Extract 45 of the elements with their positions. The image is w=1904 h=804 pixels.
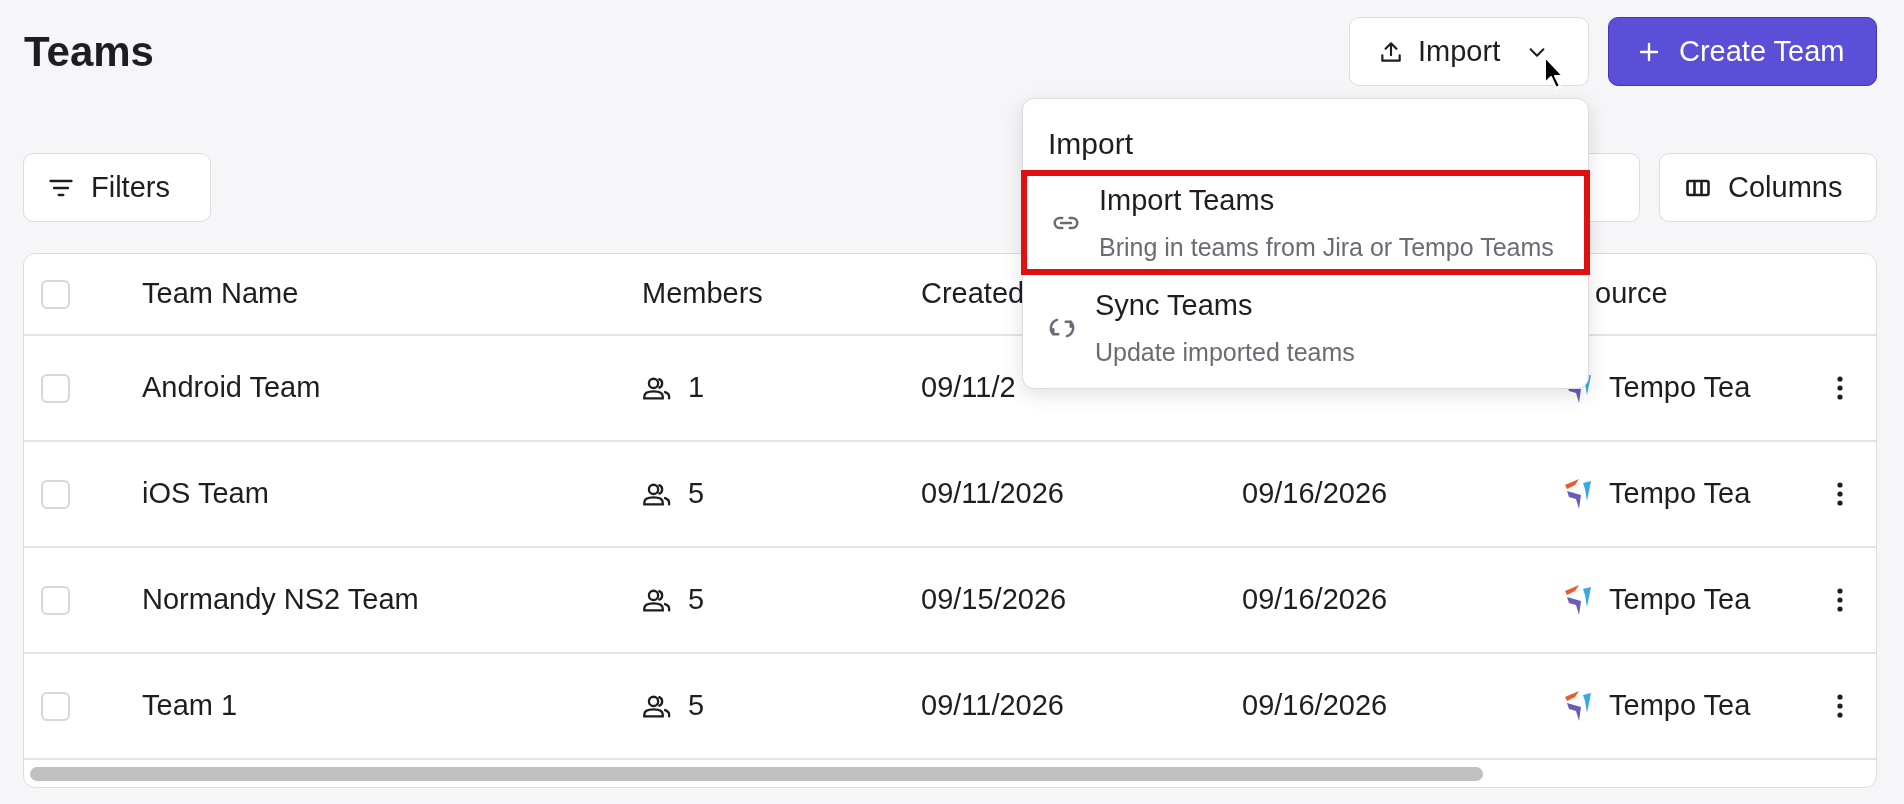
created-date: 09/11/2026	[921, 477, 1064, 510]
more-options-icon[interactable]	[1836, 587, 1844, 613]
team-name: Normandy NS2 Team	[142, 583, 419, 616]
checkbox[interactable]	[41, 691, 70, 721]
source-name: Tempo Tea	[1609, 688, 1751, 724]
created-date: 09/11/2026	[921, 689, 1064, 722]
column-header: Members	[642, 277, 763, 310]
column-header: ource	[1595, 277, 1668, 310]
checkbox[interactable]	[41, 479, 70, 509]
created-date: 09/15/2026	[921, 583, 1067, 616]
menu-item-label: Sync Teams	[1095, 288, 1254, 323]
menu-item[interactable]: Sync Teams Update imported teams	[1023, 275, 1588, 380]
page-title: Teams	[24, 27, 154, 77]
source-name: Tempo Tea	[1609, 370, 1751, 406]
menu-title: Import	[1047, 126, 1135, 162]
filters-button[interactable]: Filters	[23, 153, 211, 222]
menu-item-label: Import Teams	[1099, 183, 1276, 218]
columns-button[interactable]: Columns	[1659, 153, 1877, 222]
member-count: 5	[688, 476, 705, 512]
menu-item[interactable]: Import Teams Bring in teams from Jira or Tempo Teams	[1021, 170, 1590, 275]
create-team-button[interactable]: Create Team	[1608, 17, 1877, 86]
team-name: iOS Team	[142, 477, 269, 510]
more-options-icon[interactable]	[1836, 375, 1844, 401]
menu-item-description: Bring in teams from Jira or Tempo Teams	[1099, 231, 1554, 263]
source-name: Tempo Tea	[1609, 476, 1751, 512]
source-name: Tempo Tea	[1609, 582, 1751, 618]
menu-item-description: Update imported teams	[1095, 336, 1355, 368]
updated-date: 09/16/2026	[1242, 689, 1388, 722]
team-name: Android Team	[142, 371, 321, 404]
scrollbar-thumb[interactable]	[30, 766, 1483, 781]
member-count: 1	[688, 370, 705, 406]
import-button[interactable]: Import	[1349, 17, 1589, 86]
more-options-icon[interactable]	[1836, 693, 1844, 719]
more-options-icon[interactable]	[1836, 481, 1844, 507]
column-header: Created	[921, 277, 1025, 310]
member-count: 5	[688, 582, 705, 618]
checkbox[interactable]	[41, 279, 70, 309]
created-date: 09/11/2	[921, 371, 1016, 404]
updated-date: 09/16/2026	[1242, 477, 1388, 510]
member-count: 5	[688, 688, 705, 724]
team-name: Team 1	[142, 689, 238, 722]
checkbox[interactable]	[41, 373, 70, 403]
column-header: Team Name	[142, 277, 299, 310]
updated-date: 09/16/2026	[1242, 583, 1388, 616]
checkbox[interactable]	[41, 585, 70, 615]
